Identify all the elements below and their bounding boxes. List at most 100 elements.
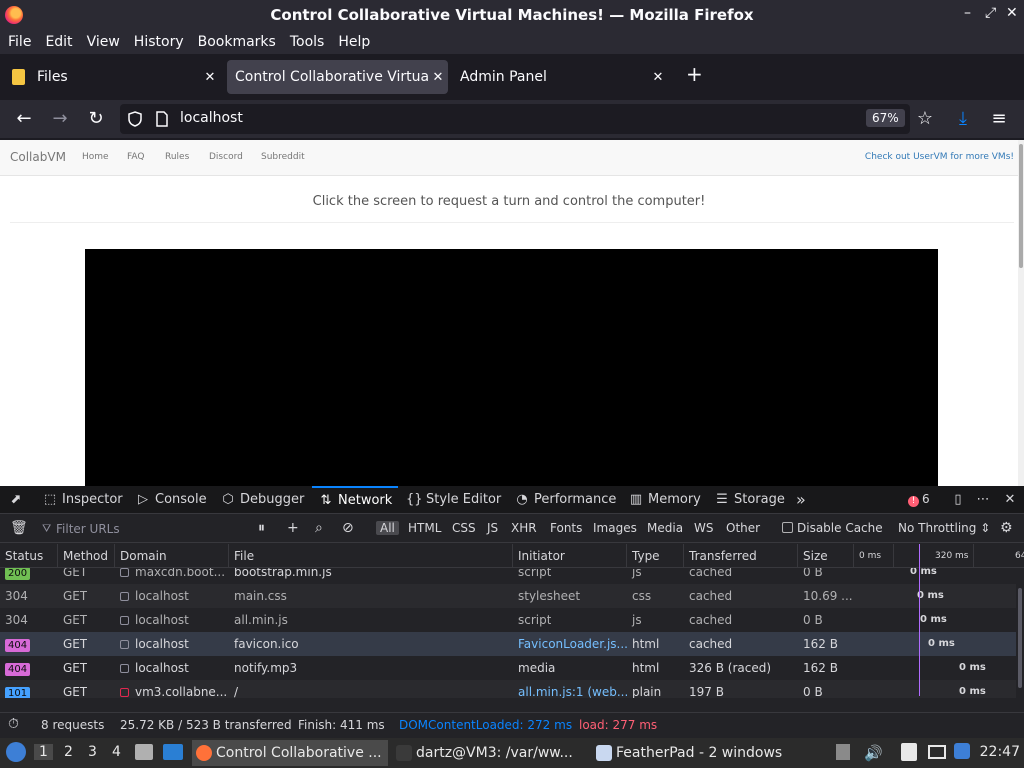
table-row[interactable]: 101 GET vm3.collabne... / all.min.js:1 (…	[0, 680, 1016, 698]
col-initiator[interactable]: Initiator	[513, 544, 627, 568]
more-tools-icon[interactable]: »	[796, 486, 806, 514]
filter-css[interactable]: CSS	[448, 521, 480, 535]
site-brand[interactable]: CollabVM	[10, 150, 66, 164]
checkbox-icon[interactable]	[782, 522, 793, 533]
forward-button[interactable]: →	[49, 108, 71, 130]
clear-trash-icon[interactable]: 🗑	[10, 520, 28, 536]
tracking-protection-shield-icon[interactable]	[128, 111, 142, 127]
filter-fonts[interactable]: Fonts	[546, 521, 586, 535]
workspace-3[interactable]: 3	[88, 744, 97, 760]
menu-file[interactable]: File	[8, 34, 31, 50]
table-row[interactable]: 404 GET localhost favicon.ico FaviconLoa…	[0, 632, 1016, 656]
tab-close-icon[interactable]: ✕	[648, 70, 668, 85]
nav-link-discord[interactable]: Discord	[209, 152, 243, 162]
menu-view[interactable]: View	[87, 34, 120, 50]
nav-link-rules[interactable]: Rules	[165, 152, 189, 162]
menu-tools[interactable]: Tools	[290, 34, 325, 50]
file-manager-icon[interactable]	[135, 744, 153, 760]
col-transferred[interactable]: Transferred	[684, 544, 798, 568]
table-row[interactable]: 304 GET localhost all.min.js script js c…	[0, 608, 1016, 632]
error-count-badge[interactable]: ! 6	[908, 492, 930, 507]
filter-other[interactable]: Other	[722, 521, 764, 535]
workspace-4[interactable]: 4	[112, 744, 121, 760]
menu-history[interactable]: History	[134, 34, 184, 50]
task-featherpad[interactable]: FeatherPad - 2 windows	[592, 740, 788, 766]
request-list-scrollbar[interactable]	[1016, 568, 1024, 696]
taskbar-clock[interactable]: 22:47	[980, 744, 1020, 760]
block-requests-icon[interactable]: ⊘	[342, 520, 354, 536]
disable-cache-checkbox[interactable]: Disable Cache	[782, 521, 883, 535]
menu-help[interactable]: Help	[338, 34, 370, 50]
search-icon[interactable]: ⌕	[315, 520, 323, 536]
maximize-button[interactable]: ⤢	[985, 5, 996, 21]
filter-all[interactable]: All	[376, 521, 399, 535]
col-size[interactable]: Size	[798, 544, 854, 568]
menu-bookmarks[interactable]: Bookmarks	[198, 34, 276, 50]
new-tab-button[interactable]: +	[686, 62, 703, 86]
pick-element-icon[interactable]: ⬈	[8, 486, 28, 514]
page-info-icon[interactable]	[156, 111, 168, 127]
devtools-options-icon[interactable]: ⋯	[975, 486, 995, 514]
filter-images[interactable]: Images	[589, 521, 641, 535]
initiator-link[interactable]: FaviconLoader.js...	[513, 632, 627, 656]
url-bar[interactable]: localhost 67%	[120, 104, 910, 134]
url-text[interactable]: localhost	[180, 110, 243, 126]
tab-console[interactable]: ▷ Console	[135, 486, 207, 514]
add-request-icon[interactable]: +	[287, 520, 299, 536]
table-row[interactable]: 404 GET localhost notify.mp3 media html …	[0, 656, 1016, 680]
tab-performance[interactable]: ◔ Performance	[514, 486, 616, 514]
zoom-level-badge[interactable]: 67%	[866, 109, 905, 127]
reload-button[interactable]: ↻	[85, 108, 107, 130]
show-desktop-icon[interactable]	[163, 744, 183, 760]
tab-memory[interactable]: ▥ Memory	[628, 486, 701, 514]
tab-close-icon[interactable]: ✕	[428, 70, 448, 85]
tab-close-icon[interactable]: ✕	[200, 70, 220, 85]
start-menu-icon[interactable]	[6, 742, 26, 762]
tab-inspector[interactable]: ⬚ Inspector	[42, 486, 123, 514]
vm-display-canvas[interactable]	[85, 249, 938, 486]
display-icon[interactable]	[928, 745, 946, 759]
uservm-link[interactable]: Check out UserVM for more VMs!	[865, 152, 1014, 162]
tab-files[interactable]: Files ✕	[4, 60, 220, 94]
back-button[interactable]: ←	[13, 108, 35, 130]
app-menu-icon[interactable]: ≡	[988, 108, 1010, 130]
pause-icon[interactable]: ⏸	[258, 520, 265, 536]
task-terminal[interactable]: dartz@VM3: /var/ww...	[392, 740, 588, 766]
scrollbar-thumb[interactable]	[1019, 144, 1023, 268]
throttling-select[interactable]: No Throttling ⇕	[898, 521, 990, 535]
close-devtools-icon[interactable]: ✕	[1002, 486, 1022, 514]
col-domain[interactable]: Domain	[115, 544, 229, 568]
nav-link-faq[interactable]: FAQ	[127, 152, 144, 162]
initiator-link[interactable]: all.min.js:1 (web...	[513, 680, 627, 698]
tab-network[interactable]: ⇅ Network	[312, 486, 398, 514]
dock-side-icon[interactable]: ▯	[950, 486, 970, 514]
performance-analysis-icon[interactable]: ⏱	[8, 716, 19, 732]
minimize-button[interactable]: –	[964, 5, 971, 21]
notes-icon[interactable]	[901, 743, 917, 761]
filter-media[interactable]: Media	[643, 521, 687, 535]
col-type[interactable]: Type	[627, 544, 684, 568]
filter-xhr[interactable]: XHR	[507, 521, 541, 535]
tab-collabvm[interactable]: Control Collaborative Virtual Machines! …	[227, 60, 448, 94]
tab-storage[interactable]: ☰ Storage	[714, 486, 785, 514]
menu-edit[interactable]: Edit	[45, 34, 72, 50]
network-tray-icon[interactable]	[954, 743, 970, 759]
col-status[interactable]: Status	[0, 544, 58, 568]
downloads-icon[interactable]: ⤓	[952, 108, 974, 130]
bookmark-star-icon[interactable]: ☆	[914, 108, 936, 130]
filter-urls-input[interactable]: Filter URLs	[52, 519, 252, 539]
page-scrollbar[interactable]	[1018, 140, 1024, 486]
filter-ws[interactable]: WS	[690, 521, 717, 535]
close-window-button[interactable]: ✕	[1006, 5, 1018, 21]
workspace-2[interactable]: 2	[64, 744, 73, 760]
nav-link-home[interactable]: Home	[82, 152, 109, 162]
tab-admin-panel[interactable]: Admin Panel ✕	[452, 60, 668, 94]
task-firefox[interactable]: Control Collaborative ...	[192, 740, 388, 766]
table-row[interactable]: 200 GET maxcdn.boot... bootstrap.min.js …	[0, 568, 1016, 584]
clipboard-icon[interactable]	[836, 744, 850, 760]
tab-style-editor[interactable]: {} Style Editor	[406, 486, 501, 514]
filter-js[interactable]: JS	[483, 521, 502, 535]
filter-html[interactable]: HTML	[404, 521, 445, 535]
scrollbar-thumb[interactable]	[1018, 588, 1022, 688]
table-row[interactable]: 304 GET localhost main.css stylesheet cs…	[0, 584, 1016, 608]
